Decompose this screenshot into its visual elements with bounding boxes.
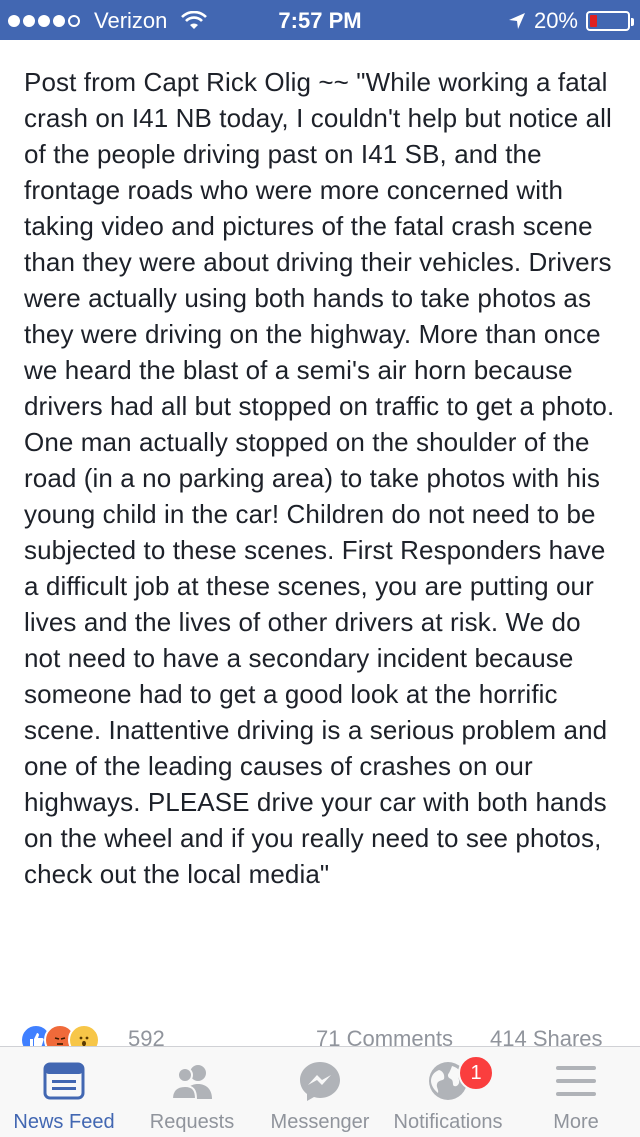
tab-more[interactable]: More <box>512 1057 640 1134</box>
tab-label: Messenger <box>270 1111 370 1133</box>
notification-badge: 1 <box>458 1055 494 1091</box>
menu-icon <box>556 1066 596 1096</box>
status-right: 20% <box>508 8 634 34</box>
tab-bar: News Feed Requests Messenger 1 Notificat… <box>0 1046 640 1137</box>
messenger-icon <box>300 1062 340 1101</box>
battery-level <box>590 15 597 27</box>
tab-news-feed[interactable]: News Feed <box>0 1057 128 1134</box>
battery-percent: 20% <box>533 8 578 33</box>
tab-requests[interactable]: Requests <box>128 1057 256 1134</box>
tab-messenger[interactable]: Messenger <box>256 1057 384 1134</box>
tab-label: Notifications <box>393 1111 503 1133</box>
tab-notifications[interactable]: 1 Notifications <box>384 1055 512 1134</box>
battery-icon <box>586 11 634 31</box>
news-feed-icon <box>43 1062 85 1100</box>
friend-requests-icon <box>170 1065 212 1100</box>
tab-label: More <box>553 1111 599 1133</box>
tab-label: News Feed <box>13 1111 115 1133</box>
tab-label: Requests <box>149 1111 235 1133</box>
post-text: Post from Capt Rick Olig ~~ "While worki… <box>24 67 615 889</box>
location-arrow-icon <box>508 13 525 29</box>
status-bar: Verizon 7:57 PM 20% <box>0 0 640 40</box>
